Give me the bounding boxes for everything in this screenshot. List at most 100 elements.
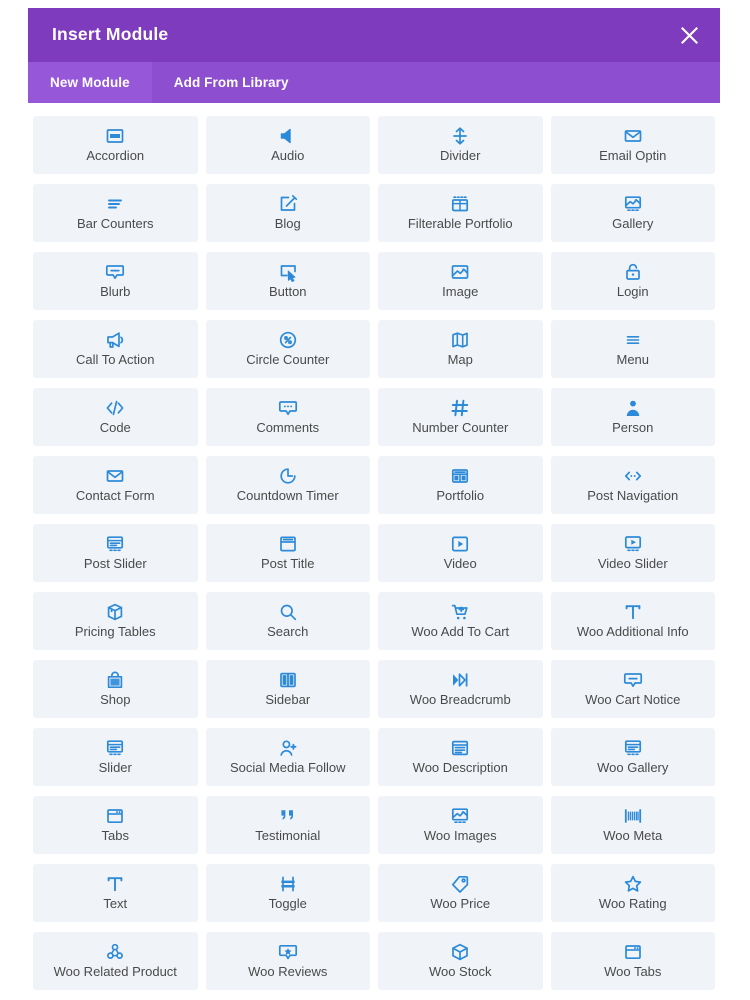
module-card-audio[interactable]: Audio (205, 116, 370, 174)
module-card-code[interactable]: Code (33, 388, 198, 446)
module-card-woo-related-product[interactable]: Woo Related Product (33, 932, 198, 990)
picture-icon (450, 262, 470, 282)
module-card-label: Blog (274, 216, 301, 232)
module-card-woo-additional-info[interactable]: Woo Additional Info (550, 592, 715, 650)
module-card-blurb[interactable]: Blurb (33, 252, 198, 310)
module-card-label: Search (267, 624, 309, 640)
page-title: Insert Module (52, 24, 169, 45)
module-card-label: Video Slider (597, 556, 668, 572)
module-card-contact-form[interactable]: Contact Form (33, 456, 198, 514)
module-card-label: Divider (440, 148, 481, 164)
speaker-icon (278, 126, 298, 146)
module-card-shop[interactable]: Shop (33, 660, 198, 718)
module-card-filterable-portfolio[interactable]: Filterable Portfolio (378, 184, 543, 242)
modal-header: Insert Module (28, 8, 720, 62)
bars-icon (105, 194, 125, 214)
module-card-comments[interactable]: Comments (205, 388, 370, 446)
envelope-icon (105, 466, 125, 486)
toggle-icon (278, 874, 298, 894)
module-card-circle-counter[interactable]: Circle Counter (205, 320, 370, 378)
module-card-slider[interactable]: Slider (33, 728, 198, 786)
module-card-label: Login (616, 284, 649, 300)
cube-box-icon (105, 602, 125, 622)
module-card-label: Woo Additional Info (576, 624, 689, 640)
module-card-toggle[interactable]: Toggle (205, 864, 370, 922)
tab-add-from-library[interactable]: Add From Library (152, 62, 311, 103)
play-slider-icon (623, 534, 643, 554)
module-card-label: Shop (100, 692, 131, 708)
module-card-label: Woo Description (412, 760, 508, 776)
module-card-woo-cart-notice[interactable]: Woo Cart Notice (550, 660, 715, 718)
module-card-label: Text (103, 896, 128, 912)
module-card-woo-reviews[interactable]: Woo Reviews (205, 932, 370, 990)
module-card-label: Woo Price (430, 896, 491, 912)
module-card-woo-images[interactable]: Woo Images (378, 796, 543, 854)
pencil-square-icon (278, 194, 298, 214)
module-card-woo-breadcrumb[interactable]: Woo Breadcrumb (378, 660, 543, 718)
module-card-woo-meta[interactable]: Woo Meta (550, 796, 715, 854)
module-card-woo-stock[interactable]: Woo Stock (378, 932, 543, 990)
cursor-box-icon (278, 262, 298, 283)
module-card-number-counter[interactable]: Number Counter (378, 388, 543, 446)
module-card-video-slider[interactable]: Video Slider (550, 524, 715, 582)
play-box-icon (450, 534, 470, 554)
module-card-menu[interactable]: Menu (550, 320, 715, 378)
close-button[interactable] (676, 22, 702, 48)
module-card-label: Testimonial (255, 828, 321, 844)
module-card-divider[interactable]: Divider (378, 116, 543, 174)
module-card-tabs[interactable]: Tabs (33, 796, 198, 854)
module-card-video[interactable]: Video (378, 524, 543, 582)
module-card-label: Post Title (261, 556, 315, 572)
module-card-map[interactable]: Map (378, 320, 543, 378)
module-card-gallery[interactable]: Gallery (550, 184, 715, 242)
module-card-call-to-action[interactable]: Call To Action (33, 320, 198, 378)
module-card-search[interactable]: Search (205, 592, 370, 650)
module-card-portfolio[interactable]: Portfolio (378, 456, 543, 514)
module-card-testimonial[interactable]: Testimonial (205, 796, 370, 854)
clock-icon (278, 466, 298, 486)
module-card-blog[interactable]: Blog (205, 184, 370, 242)
module-card-login[interactable]: Login (550, 252, 715, 310)
module-card-woo-description[interactable]: Woo Description (378, 728, 543, 786)
module-card-label: Woo Breadcrumb (409, 692, 511, 708)
module-card-countdown-timer[interactable]: Countdown Timer (205, 456, 370, 514)
module-card-woo-add-to-cart[interactable]: Woo Add To Cart (378, 592, 543, 650)
module-card-label: Toggle (268, 896, 307, 912)
module-card-post-slider[interactable]: Post Slider (33, 524, 198, 582)
module-card-label: Call To Action (75, 352, 155, 368)
module-card-label: Woo Rating (598, 896, 667, 912)
module-card-label: Woo Gallery (597, 760, 669, 776)
module-card-image[interactable]: Image (378, 252, 543, 310)
module-card-post-navigation[interactable]: Post Navigation (550, 456, 715, 514)
module-card-label: Post Slider (83, 556, 147, 572)
module-card-post-title[interactable]: Post Title (205, 524, 370, 582)
module-card-woo-gallery[interactable]: Woo Gallery (550, 728, 715, 786)
module-card-label: Image (442, 284, 479, 300)
cart-plus-icon (450, 602, 470, 622)
module-card-label: Person (612, 420, 654, 436)
tab-add-from-library-label: Add From Library (173, 75, 289, 90)
module-card-label: Audio (271, 148, 305, 164)
module-card-person[interactable]: Person (550, 388, 715, 446)
slider-box-icon (623, 738, 643, 758)
close-icon (680, 26, 698, 44)
module-card-label: Gallery (612, 216, 654, 232)
module-card-label: Button (268, 284, 307, 300)
module-card-woo-price[interactable]: Woo Price (378, 864, 543, 922)
module-card-text[interactable]: Text (33, 864, 198, 922)
hash-icon (450, 398, 470, 418)
module-card-woo-rating[interactable]: Woo Rating (550, 864, 715, 922)
text-t-icon (105, 874, 125, 894)
breadcrumb-icon (450, 670, 470, 690)
module-card-social-media-follow[interactable]: Social Media Follow (205, 728, 370, 786)
module-card-pricing-tables[interactable]: Pricing Tables (33, 592, 198, 650)
module-card-sidebar[interactable]: Sidebar (205, 660, 370, 718)
module-card-bar-counters[interactable]: Bar Counters (33, 184, 198, 242)
lock-icon (623, 262, 643, 282)
tab-new-module[interactable]: New Module (28, 62, 152, 103)
module-card-label: Bar Counters (76, 216, 154, 232)
module-card-button[interactable]: Button (205, 252, 370, 310)
module-card-accordion[interactable]: Accordion (33, 116, 198, 174)
module-card-email-optin[interactable]: Email Optin (550, 116, 715, 174)
module-card-woo-tabs[interactable]: Woo Tabs (550, 932, 715, 990)
